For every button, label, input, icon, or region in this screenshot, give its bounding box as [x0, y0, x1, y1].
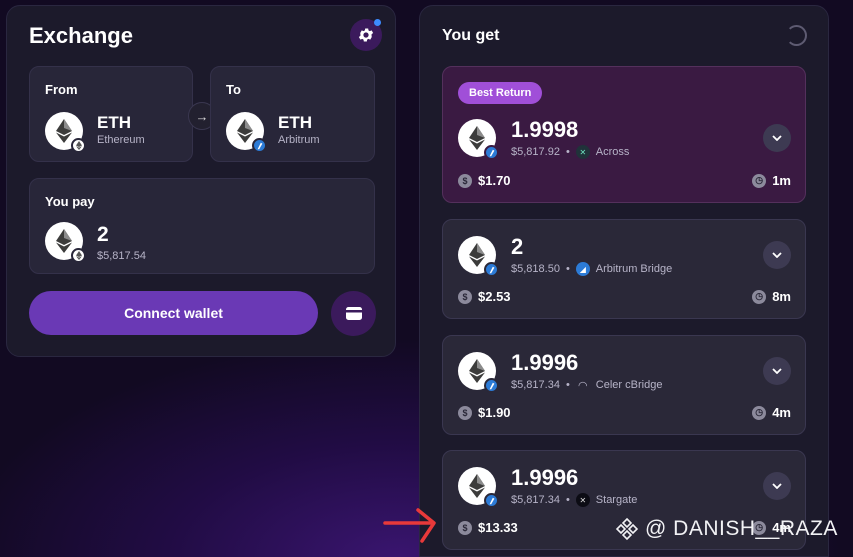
stargate-icon: ✕	[575, 493, 590, 507]
to-network-name: Arbitrum	[278, 134, 320, 146]
eth-coin-icon	[458, 352, 499, 393]
route-usd-value: $5,817.92	[511, 146, 560, 158]
you-pay-label: You pay	[45, 194, 95, 209]
route-card[interactable]: 1.9996 $5,817.34 • ◠ Celer cBridge $ $1.…	[442, 335, 806, 435]
route-time-value: 1m	[772, 173, 791, 188]
from-network-name: Ethereum	[97, 134, 145, 146]
notification-dot	[374, 19, 381, 26]
from-label: From	[45, 82, 78, 97]
route-fee-value: $13.33	[478, 520, 518, 535]
expand-route-button[interactable]	[763, 357, 791, 385]
chevron-down-icon	[772, 368, 782, 374]
route-bridge-name: Arbitrum Bridge	[595, 263, 673, 275]
card-icon	[345, 307, 362, 320]
chevron-down-icon	[772, 135, 782, 141]
route-card[interactable]: 2 $5,818.50 • ◢ Arbitrum Bridge $ $2.53 …	[442, 219, 806, 319]
route-amount: 1.9996	[511, 350, 579, 375]
chevron-down-icon	[772, 252, 782, 258]
dollar-icon: $	[458, 405, 472, 420]
watermark: @ DANISH__RAZA	[615, 517, 838, 541]
route-details: $5,817.92 • ✕ Across	[511, 145, 630, 159]
arbitrum-icon: ◢	[575, 262, 590, 276]
eth-coin-icon	[458, 236, 499, 277]
watermark-logo-icon	[615, 517, 639, 541]
dollar-icon: $	[458, 289, 472, 304]
arbitrum-network-icon	[484, 493, 499, 508]
card-payment-button[interactable]	[331, 291, 376, 336]
celer-icon: ◠	[577, 379, 588, 392]
clock-icon: ◷	[752, 289, 767, 304]
arbitrum-network-icon	[484, 262, 499, 277]
route-time-value: 8m	[772, 289, 791, 304]
expand-route-button[interactable]	[763, 472, 791, 500]
route-fee: $ $1.90	[458, 405, 511, 420]
red-arrow-annotation-icon	[383, 508, 436, 543]
eth-coin-icon	[45, 112, 86, 153]
eth-coin-icon	[458, 119, 499, 160]
you-get-title: You get	[442, 27, 500, 44]
exchange-panel: Exchange From ETH Ethereum → To ETH Arbi…	[6, 5, 396, 357]
connect-wallet-button[interactable]: Connect wallet	[29, 291, 318, 335]
route-usd-value: $5,817.34	[511, 379, 560, 391]
route-time: ◷ 4m	[752, 405, 791, 420]
eth-coin-icon	[458, 467, 499, 508]
you-pay-box[interactable]: You pay 2 $5,817.54	[29, 178, 375, 274]
gear-icon	[358, 28, 374, 42]
route-fee-value: $1.70	[478, 173, 511, 188]
route-usd-value: $5,818.50	[511, 263, 560, 275]
route-details: $5,817.34 • ✕ Stargate	[511, 493, 638, 507]
loading-spinner-icon	[786, 25, 807, 46]
route-card-best[interactable]: Best Return 1.9998 $5,817.92 • ✕ Across …	[442, 66, 806, 203]
from-token-symbol: ETH	[97, 113, 131, 132]
route-bridge-name: Across	[595, 146, 630, 158]
route-usd-value: $5,817.34	[511, 494, 560, 506]
best-return-badge: Best Return	[458, 82, 543, 104]
route-fee: $ $2.53	[458, 289, 511, 304]
route-details: $5,818.50 • ◢ Arbitrum Bridge	[511, 262, 673, 276]
pay-amount-input[interactable]: 2	[97, 223, 109, 247]
arbitrum-network-icon	[484, 145, 499, 160]
expand-route-button[interactable]	[763, 124, 791, 152]
dollar-icon: $	[458, 520, 472, 535]
dollar-icon: $	[458, 173, 472, 188]
route-fee-value: $2.53	[478, 289, 511, 304]
route-time: ◷ 1m	[752, 173, 791, 188]
route-amount: 2	[511, 234, 524, 259]
eth-coin-icon	[226, 112, 267, 153]
route-time-value: 4m	[772, 405, 791, 420]
route-amount: 1.9996	[511, 465, 579, 490]
expand-route-button[interactable]	[763, 241, 791, 269]
eth-coin-icon	[45, 222, 86, 263]
arrow-right-icon: →	[195, 108, 209, 124]
route-fee: $ $13.33	[458, 520, 518, 535]
you-get-panel: You get Best Return 1.9998 $5,817.92 • ✕…	[419, 5, 829, 557]
watermark-text: @ DANISH__RAZA	[645, 517, 838, 540]
from-token-selector[interactable]: From ETH Ethereum	[29, 66, 193, 162]
arbitrum-network-icon	[252, 138, 267, 153]
clock-icon: ◷	[752, 173, 767, 188]
route-bridge-name: Celer cBridge	[595, 379, 663, 391]
across-icon: ✕	[575, 145, 590, 159]
ethereum-network-icon	[71, 248, 86, 263]
arbitrum-network-icon	[484, 378, 499, 393]
route-details: $5,817.34 • ◠ Celer cBridge	[511, 379, 663, 392]
route-fee-value: $1.90	[478, 405, 511, 420]
route-amount: 1.9998	[511, 117, 579, 142]
to-token-selector[interactable]: To ETH Arbitrum	[210, 66, 375, 162]
to-label: To	[226, 82, 241, 97]
settings-button[interactable]	[350, 19, 382, 51]
clock-icon: ◷	[752, 405, 767, 420]
route-time: ◷ 8m	[752, 289, 791, 304]
exchange-title: Exchange	[29, 23, 133, 48]
chevron-down-icon	[772, 483, 782, 489]
ethereum-network-icon	[71, 138, 86, 153]
route-fee: $ $1.70	[458, 173, 511, 188]
pay-usd-value: $5,817.54	[97, 250, 146, 262]
to-token-symbol: ETH	[278, 113, 312, 132]
route-bridge-name: Stargate	[595, 494, 638, 506]
